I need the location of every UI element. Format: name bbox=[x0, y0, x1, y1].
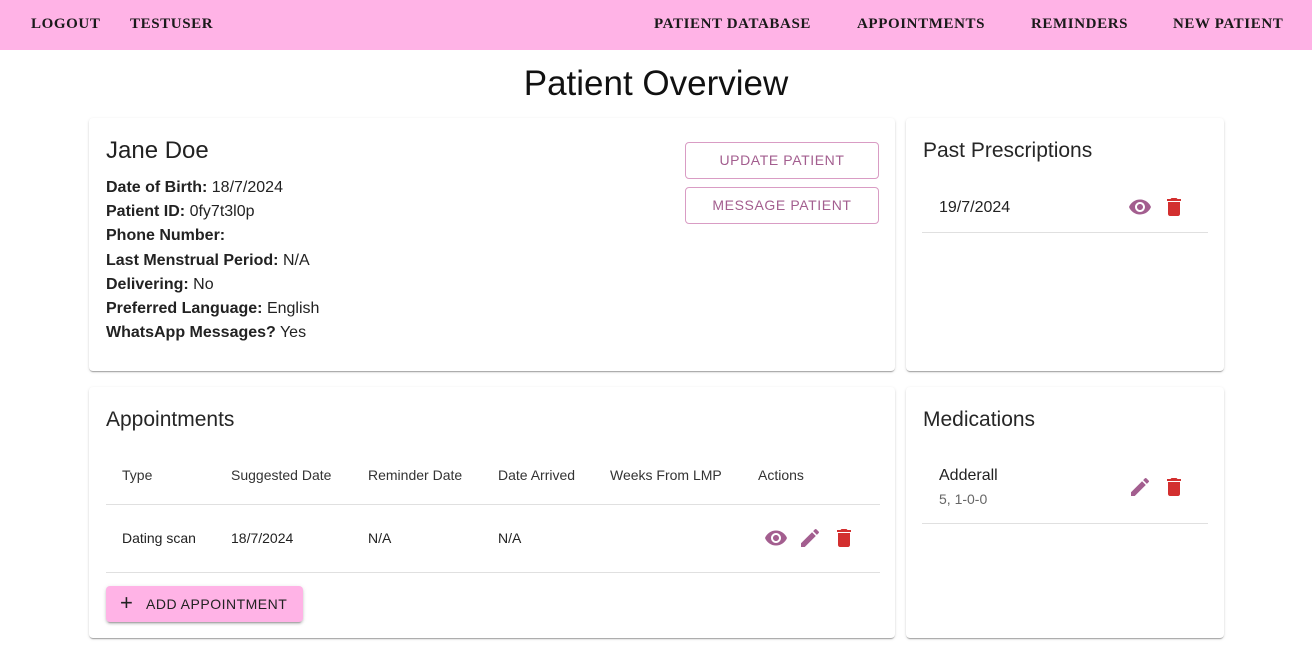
update-patient-button[interactable]: UPDATE PATIENT bbox=[685, 142, 879, 179]
add-appointment-label: ADD APPOINTMENT bbox=[146, 596, 288, 612]
info-label: Date of Birth: bbox=[106, 179, 208, 196]
prescriptions-title: Past Prescriptions bbox=[923, 139, 1093, 162]
info-row-phone: Phone Number: bbox=[106, 224, 319, 248]
trash-icon[interactable] bbox=[832, 526, 856, 550]
nav-reminders[interactable]: REMINDERS bbox=[1031, 16, 1128, 33]
cell-type: Dating scan bbox=[122, 530, 196, 546]
cell-suggested-date: 18/7/2024 bbox=[231, 530, 294, 546]
table-row-divider bbox=[106, 572, 880, 573]
info-value: N/A bbox=[282, 251, 310, 269]
column-header-reminder-date: Reminder Date bbox=[368, 467, 463, 483]
patient-name: Jane Doe bbox=[106, 137, 209, 164]
trash-icon[interactable] bbox=[1162, 195, 1186, 219]
info-row-language: Preferred Language: English bbox=[106, 297, 319, 321]
info-row-dob: Date of Birth: 18/7/2024 bbox=[106, 176, 319, 200]
medications-card: Medications Adderall 5, 1-0-0 bbox=[906, 387, 1224, 638]
info-label: Preferred Language: bbox=[106, 300, 263, 318]
prescription-date: 19/7/2024 bbox=[939, 199, 1011, 216]
info-value: No bbox=[193, 275, 214, 293]
nav-appointments[interactable]: APPOINTMENTS bbox=[857, 16, 985, 33]
info-value: 0fy7t3l0p bbox=[189, 203, 255, 221]
info-label: WhatsApp Messages? bbox=[106, 324, 276, 342]
info-row-delivering: Delivering: No bbox=[106, 273, 319, 297]
nav-new-patient[interactable]: NEW PATIENT bbox=[1173, 16, 1283, 33]
cell-reminder-date: N/A bbox=[368, 530, 392, 546]
info-label: Patient ID: bbox=[106, 203, 186, 221]
info-row-lmp: Last Menstrual Period: N/A bbox=[106, 249, 319, 273]
logout-link[interactable]: LOGOUT bbox=[31, 16, 100, 33]
info-value: English bbox=[266, 300, 320, 318]
info-value: 18/7/2024 bbox=[211, 179, 283, 196]
info-row-patient-id: Patient ID: 0fy7t3l0p bbox=[106, 200, 319, 224]
column-header-date-arrived: Date Arrived bbox=[498, 467, 576, 483]
list-divider bbox=[922, 523, 1208, 524]
eye-icon[interactable] bbox=[1128, 195, 1152, 219]
plus-icon: + bbox=[120, 590, 133, 615]
info-value: Yes bbox=[279, 324, 307, 342]
medication-dosage: 5, 1-0-0 bbox=[939, 491, 988, 507]
column-header-suggested-date: Suggested Date bbox=[231, 467, 332, 483]
top-navbar: LOGOUT TESTUSER PATIENT DATABASE APPOINT… bbox=[0, 0, 1312, 50]
pencil-icon[interactable] bbox=[1128, 475, 1152, 499]
appointments-card: Appointments Type Suggested Date Reminde… bbox=[89, 387, 895, 638]
column-header-weeks-from-lmp: Weeks From LMP bbox=[610, 467, 722, 483]
table-header-divider bbox=[106, 504, 880, 505]
add-appointment-button[interactable]: + ADD APPOINTMENT bbox=[106, 586, 303, 622]
column-header-type: Type bbox=[122, 467, 153, 483]
user-link[interactable]: TESTUSER bbox=[130, 16, 213, 33]
past-prescriptions-card: Past Prescriptions 19/7/2024 bbox=[906, 118, 1224, 371]
trash-icon[interactable] bbox=[1162, 475, 1186, 499]
medication-name: Adderall bbox=[939, 467, 998, 484]
pencil-icon[interactable] bbox=[798, 526, 822, 550]
column-header-actions: Actions bbox=[758, 467, 804, 483]
nav-patient-database[interactable]: PATIENT DATABASE bbox=[654, 16, 811, 33]
message-patient-button[interactable]: MESSAGE PATIENT bbox=[685, 187, 879, 224]
list-divider bbox=[922, 232, 1208, 233]
medications-title: Medications bbox=[923, 408, 1036, 431]
info-row-whatsapp: WhatsApp Messages? Yes bbox=[106, 321, 319, 345]
appointments-title: Appointments bbox=[106, 408, 235, 431]
cell-date-arrived: N/A bbox=[498, 530, 522, 546]
info-label: Last Menstrual Period: bbox=[106, 251, 279, 269]
info-label: Delivering: bbox=[106, 275, 189, 293]
page-title: Patient Overview bbox=[523, 64, 789, 103]
info-label: Phone Number: bbox=[106, 227, 226, 245]
patient-details: Date of Birth: 18/7/2024 Patient ID: 0fy… bbox=[106, 176, 319, 345]
eye-icon[interactable] bbox=[764, 526, 788, 550]
patient-info-card: Jane Doe Date of Birth: 18/7/2024 Patien… bbox=[89, 118, 895, 371]
